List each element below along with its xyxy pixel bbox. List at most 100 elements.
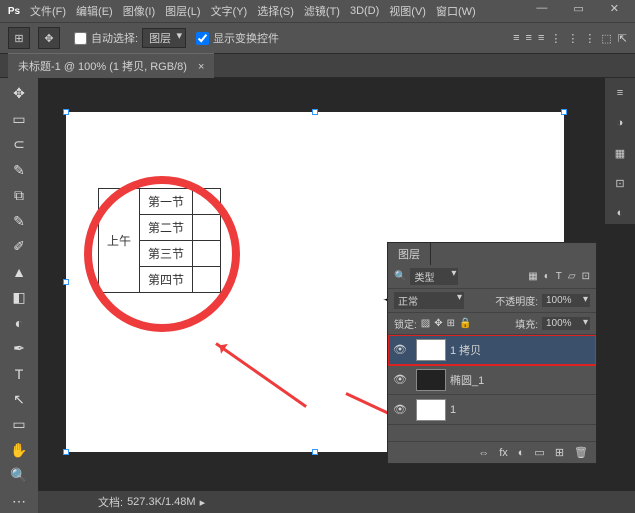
pen-tool[interactable]: ✒	[5, 337, 33, 360]
distribute-icon[interactable]: ⋮	[550, 32, 561, 45]
3d-icon[interactable]: ⬚	[601, 32, 611, 45]
move-tool[interactable]: ✥	[5, 82, 33, 105]
menu-layer[interactable]: 图层(L)	[165, 3, 200, 19]
hand-tool[interactable]: ✋	[5, 439, 33, 462]
panel-dock: ≡ ◑ ▦ ⊡ ◐	[605, 78, 635, 224]
document-tabs: 未标题-1 @ 100% (1 拷贝, RGB/8) ×	[0, 54, 635, 78]
layer-thumbnail[interactable]	[416, 339, 446, 361]
adjust-filter-icon[interactable]: ◐	[544, 271, 550, 282]
layer-row[interactable]: 👁 椭圆_1	[388, 365, 596, 395]
mask-icon[interactable]: ◐	[518, 447, 525, 459]
tool-preset-icon[interactable]: ⊞	[8, 27, 30, 49]
filter-kind-dropdown[interactable]: 类型	[410, 268, 458, 285]
layer-name: 1	[450, 404, 456, 416]
zoom-tool[interactable]: 🔍	[5, 464, 33, 487]
path-tool[interactable]: ↖	[5, 388, 33, 411]
show-transform-checkbox[interactable]	[196, 32, 209, 45]
visibility-icon[interactable]: 👁	[388, 403, 412, 416]
lock-pixels-icon[interactable]: ▨	[421, 318, 430, 329]
new-layer-icon[interactable]: ⊞	[555, 446, 564, 459]
align-icon[interactable]: ≡	[538, 32, 544, 45]
quick-select-tool[interactable]: ✎	[5, 158, 33, 181]
group-icon[interactable]: ▭	[534, 446, 544, 459]
distribute-icon[interactable]: ⋮	[567, 32, 578, 45]
pixel-filter-icon[interactable]: ▦	[528, 271, 537, 282]
show-transform-label: 显示变换控件	[213, 30, 279, 46]
visibility-icon[interactable]: 👁	[388, 373, 412, 386]
gradient-tool[interactable]: ◐	[5, 311, 33, 334]
filter-icons: ▦ ◐ T ▱ ⊡	[528, 271, 590, 282]
menu-filter[interactable]: 滤镜(T)	[304, 3, 340, 19]
lock-position-icon[interactable]: ✥	[434, 318, 442, 329]
shape-filter-icon[interactable]: ▱	[568, 271, 576, 282]
menu-edit[interactable]: 编辑(E)	[76, 3, 113, 19]
filter-icon[interactable]: 🔍	[394, 271, 406, 282]
move-tool-icon[interactable]: ✥	[38, 27, 60, 49]
handle-tr[interactable]	[561, 109, 567, 115]
eraser-tool[interactable]: ◧	[5, 286, 33, 309]
layer-thumbnail[interactable]	[416, 399, 446, 421]
lasso-tool[interactable]: ⊂	[5, 133, 33, 156]
menu-view[interactable]: 视图(V)	[389, 3, 426, 19]
close-icon[interactable]: ✕	[610, 2, 619, 15]
align-icon[interactable]: ≡	[513, 32, 519, 45]
status-menu-icon[interactable]: ▸	[200, 496, 206, 509]
share-icon[interactable]: ⇱	[618, 32, 627, 45]
menu-select[interactable]: 选择(S)	[257, 3, 294, 19]
lock-artboard-icon[interactable]: ⊞	[447, 318, 455, 329]
distribute-icon[interactable]: ⋮	[584, 32, 595, 45]
align-icon[interactable]: ≡	[526, 32, 532, 45]
smart-filter-icon[interactable]: ⊡	[582, 271, 590, 282]
opacity-label: 不透明度:	[495, 293, 538, 308]
fx-icon[interactable]: fx	[499, 447, 508, 459]
annotation-circle	[84, 176, 240, 332]
handle-bl[interactable]	[63, 449, 69, 455]
menu-3d[interactable]: 3D(D)	[350, 5, 379, 17]
layers-panel: 图层 🔍 类型 ▦ ◐ T ▱ ⊡ 正常 不透明度: 100% 锁定: ▨ ✥ …	[387, 242, 597, 464]
type-tool[interactable]: T	[5, 362, 33, 385]
minimize-icon[interactable]: —	[536, 2, 547, 15]
handle-tl[interactable]	[63, 109, 69, 115]
stamp-tool[interactable]: ▲	[5, 260, 33, 283]
menu-image[interactable]: 图像(I)	[123, 3, 155, 19]
type-filter-icon[interactable]: T	[556, 271, 562, 282]
auto-select-checkbox[interactable]	[74, 32, 87, 45]
blend-mode-dropdown[interactable]: 正常	[394, 292, 464, 309]
lock-all-icon[interactable]: 🔒	[459, 318, 471, 329]
fill-label: 填充:	[515, 316, 538, 331]
handle-b[interactable]	[312, 449, 318, 455]
document-tab[interactable]: 未标题-1 @ 100% (1 拷贝, RGB/8) ×	[8, 53, 214, 78]
layer-name: 椭圆_1	[450, 372, 484, 388]
visibility-icon[interactable]: 👁	[388, 343, 412, 356]
crop-tool[interactable]: ⧉	[5, 184, 33, 207]
link-icon[interactable]: ⇔	[478, 447, 489, 459]
handle-l[interactable]	[63, 279, 69, 285]
adjustments-icon[interactable]: ◐	[609, 202, 631, 224]
tab-close-icon[interactable]: ×	[198, 61, 204, 73]
shape-tool[interactable]: ▭	[5, 413, 33, 436]
tools-panel: ✥ ▭ ⊂ ✎ ⧉ ✎ ✐ ▲ ◧ ◐ ✒ T ↖ ▭ ✋ 🔍 ⋯	[0, 78, 38, 513]
swatches-icon[interactable]: ▦	[609, 142, 631, 164]
marquee-tool[interactable]: ▭	[5, 107, 33, 130]
window-controls: — ▭ ✕	[536, 2, 629, 15]
menu-file[interactable]: 文件(F)	[30, 3, 66, 19]
maximize-icon[interactable]: ▭	[573, 2, 583, 15]
layers-tab[interactable]: 图层	[388, 243, 431, 265]
layer-thumbnail[interactable]	[416, 369, 446, 391]
more-tools[interactable]: ⋯	[5, 490, 33, 513]
menu-type[interactable]: 文字(Y)	[211, 3, 248, 19]
opacity-input[interactable]: 100%	[542, 294, 590, 307]
lock-label: 锁定:	[394, 316, 417, 331]
history-icon[interactable]: ≡	[609, 82, 631, 104]
color-icon[interactable]: ◑	[609, 112, 631, 134]
eyedropper-tool[interactable]: ✎	[5, 209, 33, 232]
layer-row[interactable]: 👁 1	[388, 395, 596, 425]
menu-window[interactable]: 窗口(W)	[436, 3, 476, 19]
auto-select-dropdown[interactable]: 图层	[142, 28, 186, 48]
delete-icon[interactable]: 🗑	[574, 446, 588, 459]
fill-input[interactable]: 100%	[542, 317, 590, 330]
brush-tool[interactable]: ✐	[5, 235, 33, 258]
layer-row[interactable]: 👁 1 拷贝	[388, 335, 596, 365]
handle-t[interactable]	[312, 109, 318, 115]
libraries-icon[interactable]: ⊡	[609, 172, 631, 194]
